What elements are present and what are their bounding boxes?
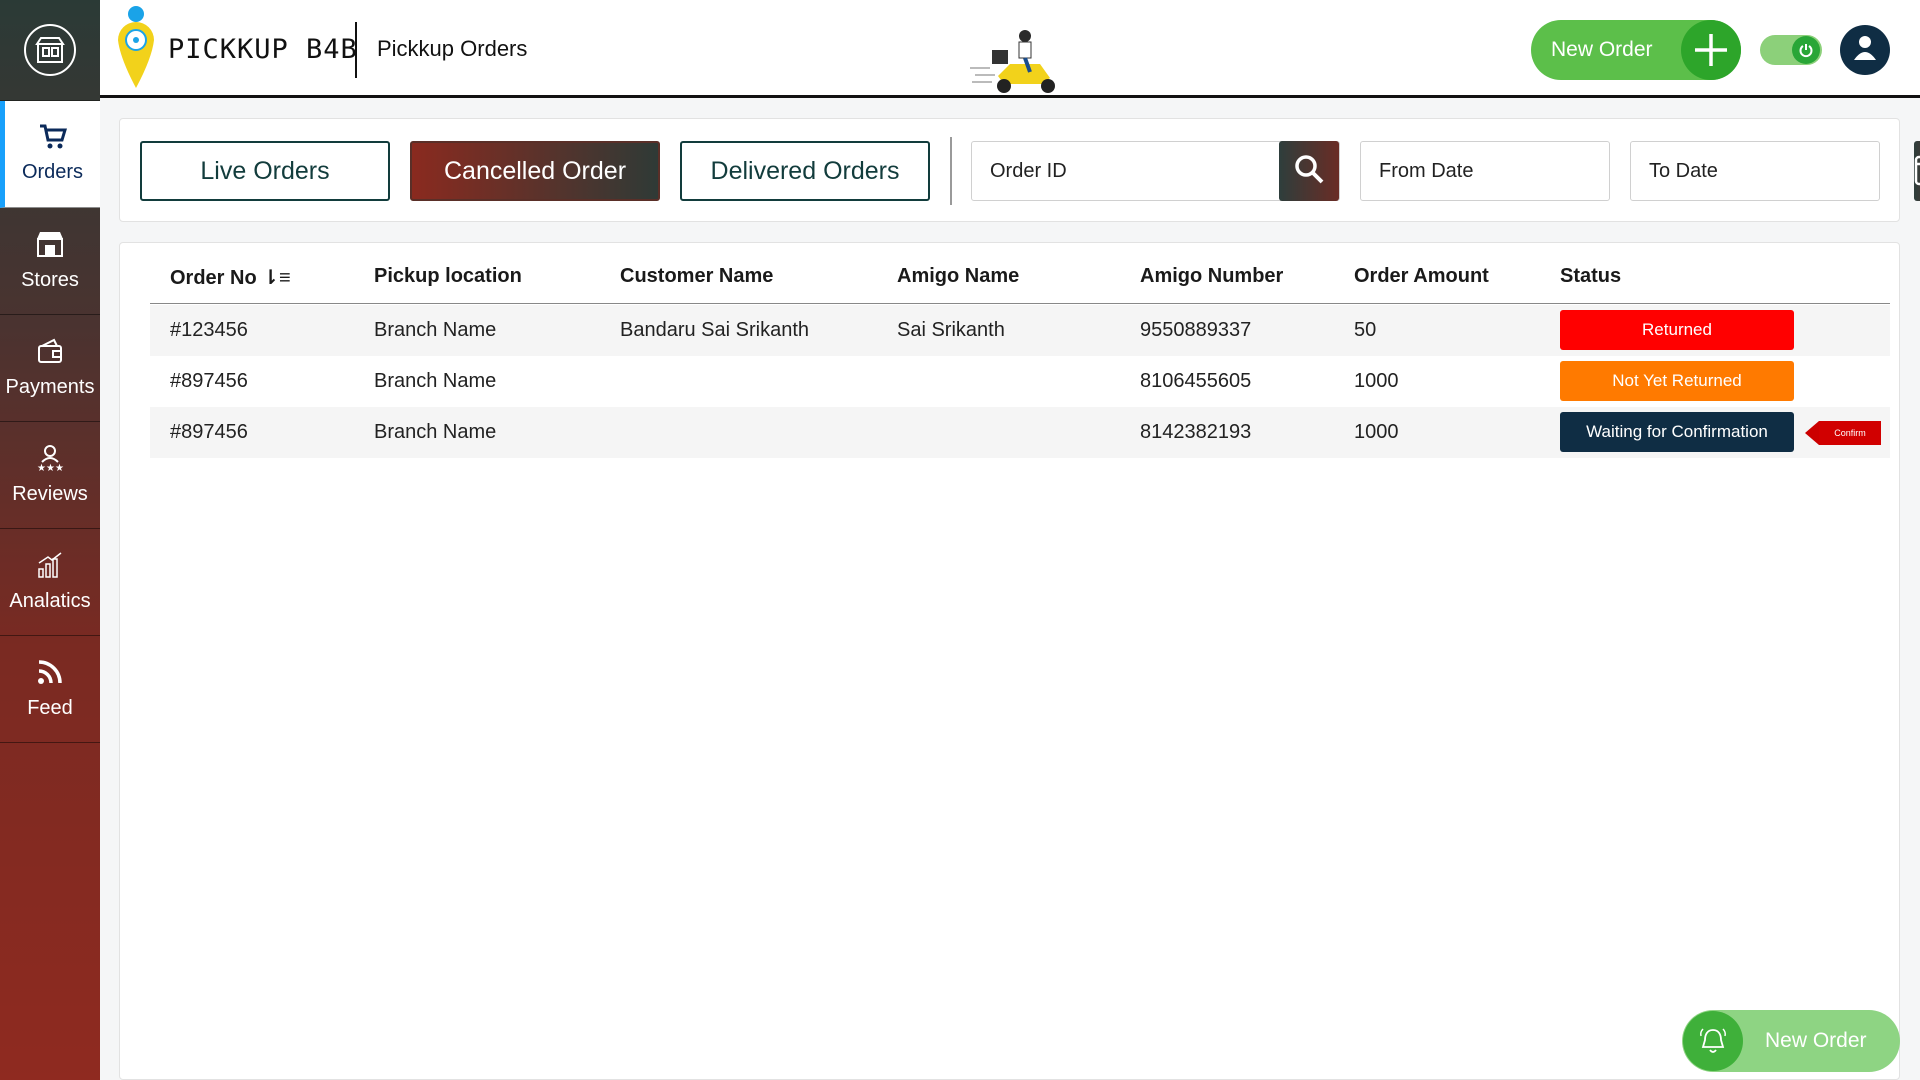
online-toggle[interactable] — [1760, 35, 1822, 65]
from-date-input[interactable] — [1361, 142, 1644, 200]
column-header: Amigo Name — [897, 265, 1020, 287]
arrow-left-icon — [1805, 421, 1819, 445]
amigo-number: 8106455605 — [1140, 370, 1252, 392]
search-icon — [1293, 153, 1325, 190]
order-id-input[interactable] — [972, 142, 1279, 200]
column-header: Customer Name — [620, 265, 774, 287]
new-order-label: New Order — [1765, 1029, 1867, 1052]
status-badge[interactable]: Waiting for Confirmation — [1560, 412, 1794, 452]
power-icon — [1792, 36, 1820, 64]
page-title: Pickkup Orders — [377, 36, 528, 61]
order-no: #123456 — [170, 319, 248, 341]
status-badge[interactable]: Returned — [1560, 310, 1794, 350]
customer-name: Bandaru Sai Srikanth — [620, 319, 810, 341]
amigo-number: 8142382193 — [1140, 421, 1252, 443]
user-avatar[interactable] — [1840, 25, 1890, 75]
amigo-number: 9550889337 — [1140, 319, 1252, 341]
analytics-icon — [36, 551, 64, 584]
cart-icon — [39, 124, 67, 155]
header: PICKKUP B4B Pickkup Orders New Order — [100, 0, 1920, 98]
plus-icon — [1681, 20, 1741, 80]
store-icon — [35, 230, 65, 263]
pickup-location: Branch Name — [374, 370, 497, 392]
column-header: Pickup location — [374, 265, 522, 287]
table-row[interactable]: #123456 Branch Name Bandaru Sai Srikanth… — [150, 305, 1890, 356]
sidebar-item-reviews[interactable]: ★ ★ ★ Reviews — [0, 422, 100, 529]
sidebar-item-label: Reviews — [12, 483, 88, 505]
table-row[interactable]: #897456 Branch Name 8106455605 1000 Not … — [150, 356, 1890, 407]
rss-icon — [36, 658, 64, 691]
filter-panel: Live Orders Cancelled Order Delivered Or… — [119, 118, 1920, 222]
delivery-scooter-icon — [970, 28, 1070, 101]
tab-live-orders[interactable]: Live Orders — [140, 141, 390, 201]
sidebar-item-stores[interactable]: Stores — [0, 208, 100, 315]
confirm-button[interactable]: Confirm — [1805, 421, 1881, 445]
order-amount: 50 — [1354, 319, 1377, 341]
sidebar-item-feed[interactable]: Feed — [0, 636, 100, 743]
calendar-icon — [1914, 152, 1920, 191]
new-order-button[interactable]: New Order — [1531, 20, 1741, 80]
amigo-name: Sai Srikanth — [897, 319, 1005, 341]
pickup-location: Branch Name — [374, 319, 497, 341]
brand-name: PICKKUP B4B — [168, 33, 358, 65]
order-no: #897456 — [170, 370, 248, 392]
order-amount: 1000 — [1354, 421, 1399, 443]
order-no: #897456 — [170, 421, 248, 443]
order-amount: 1000 — [1354, 370, 1399, 392]
column-header[interactable]: Order No ⇂≡ — [170, 265, 291, 290]
store-logo-icon — [24, 24, 76, 76]
pickup-location: Branch Name — [374, 421, 497, 443]
sort-icon[interactable]: ⇂≡ — [262, 267, 290, 289]
orders-table: Order No ⇂≡ Pickup location Customer Nam… — [119, 242, 1900, 1080]
sidebar-item-label: Feed — [27, 697, 73, 719]
to-date-input[interactable] — [1631, 142, 1914, 200]
sidebar-item-label: Analatics — [9, 590, 91, 612]
sidebar-item-analatics[interactable]: Analatics — [0, 529, 100, 636]
from-date-field — [1360, 141, 1644, 201]
tab-cancelled-order[interactable]: Cancelled Order — [410, 141, 660, 201]
user-icon — [1852, 34, 1878, 67]
column-header: Status — [1560, 265, 1622, 287]
brand[interactable]: PICKKUP B4B — [112, 4, 358, 95]
svg-text:★: ★ — [55, 463, 64, 472]
new-order-floating-button[interactable]: New Order — [1682, 1010, 1900, 1072]
wallet-icon — [36, 337, 64, 370]
table-row[interactable]: #897456 Branch Name 8142382193 1000 Wait… — [150, 407, 1890, 458]
sidebar-item-payments[interactable]: Payments — [0, 315, 100, 422]
column-header: Order Amount — [1354, 265, 1489, 287]
location-pin-logo-icon — [112, 4, 160, 95]
divider — [950, 137, 952, 205]
tab-delivered-orders[interactable]: Delivered Orders — [680, 141, 930, 201]
search-button[interactable] — [1279, 141, 1339, 201]
table-header: Order No ⇂≡ Pickup location Customer Nam… — [150, 243, 1890, 304]
sidebar-item-orders[interactable]: Orders — [0, 101, 100, 208]
confirm-label: Confirm — [1819, 421, 1881, 445]
reviews-icon: ★ ★ ★ — [35, 444, 65, 477]
sidebar-item-label: Stores — [21, 269, 79, 291]
sidebar-home[interactable] — [0, 0, 100, 101]
sidebar-item-label: Orders — [21, 161, 84, 183]
divider — [355, 22, 357, 78]
column-header: Amigo Number — [1140, 265, 1284, 287]
status-badge[interactable]: Not Yet Returned — [1560, 361, 1794, 401]
to-date-field — [1630, 141, 1920, 201]
bell-icon — [1683, 1011, 1743, 1071]
svg-text:★: ★ — [46, 463, 55, 472]
calendar-button[interactable] — [1914, 141, 1920, 201]
sidebar: Orders Stores Payments ★ ★ ★ Reviews Anala… — [0, 0, 100, 1080]
svg-text:★: ★ — [37, 463, 46, 472]
new-order-label: New Order — [1551, 38, 1653, 61]
sidebar-item-label: Payments — [5, 376, 95, 398]
order-id-field — [971, 141, 1340, 201]
